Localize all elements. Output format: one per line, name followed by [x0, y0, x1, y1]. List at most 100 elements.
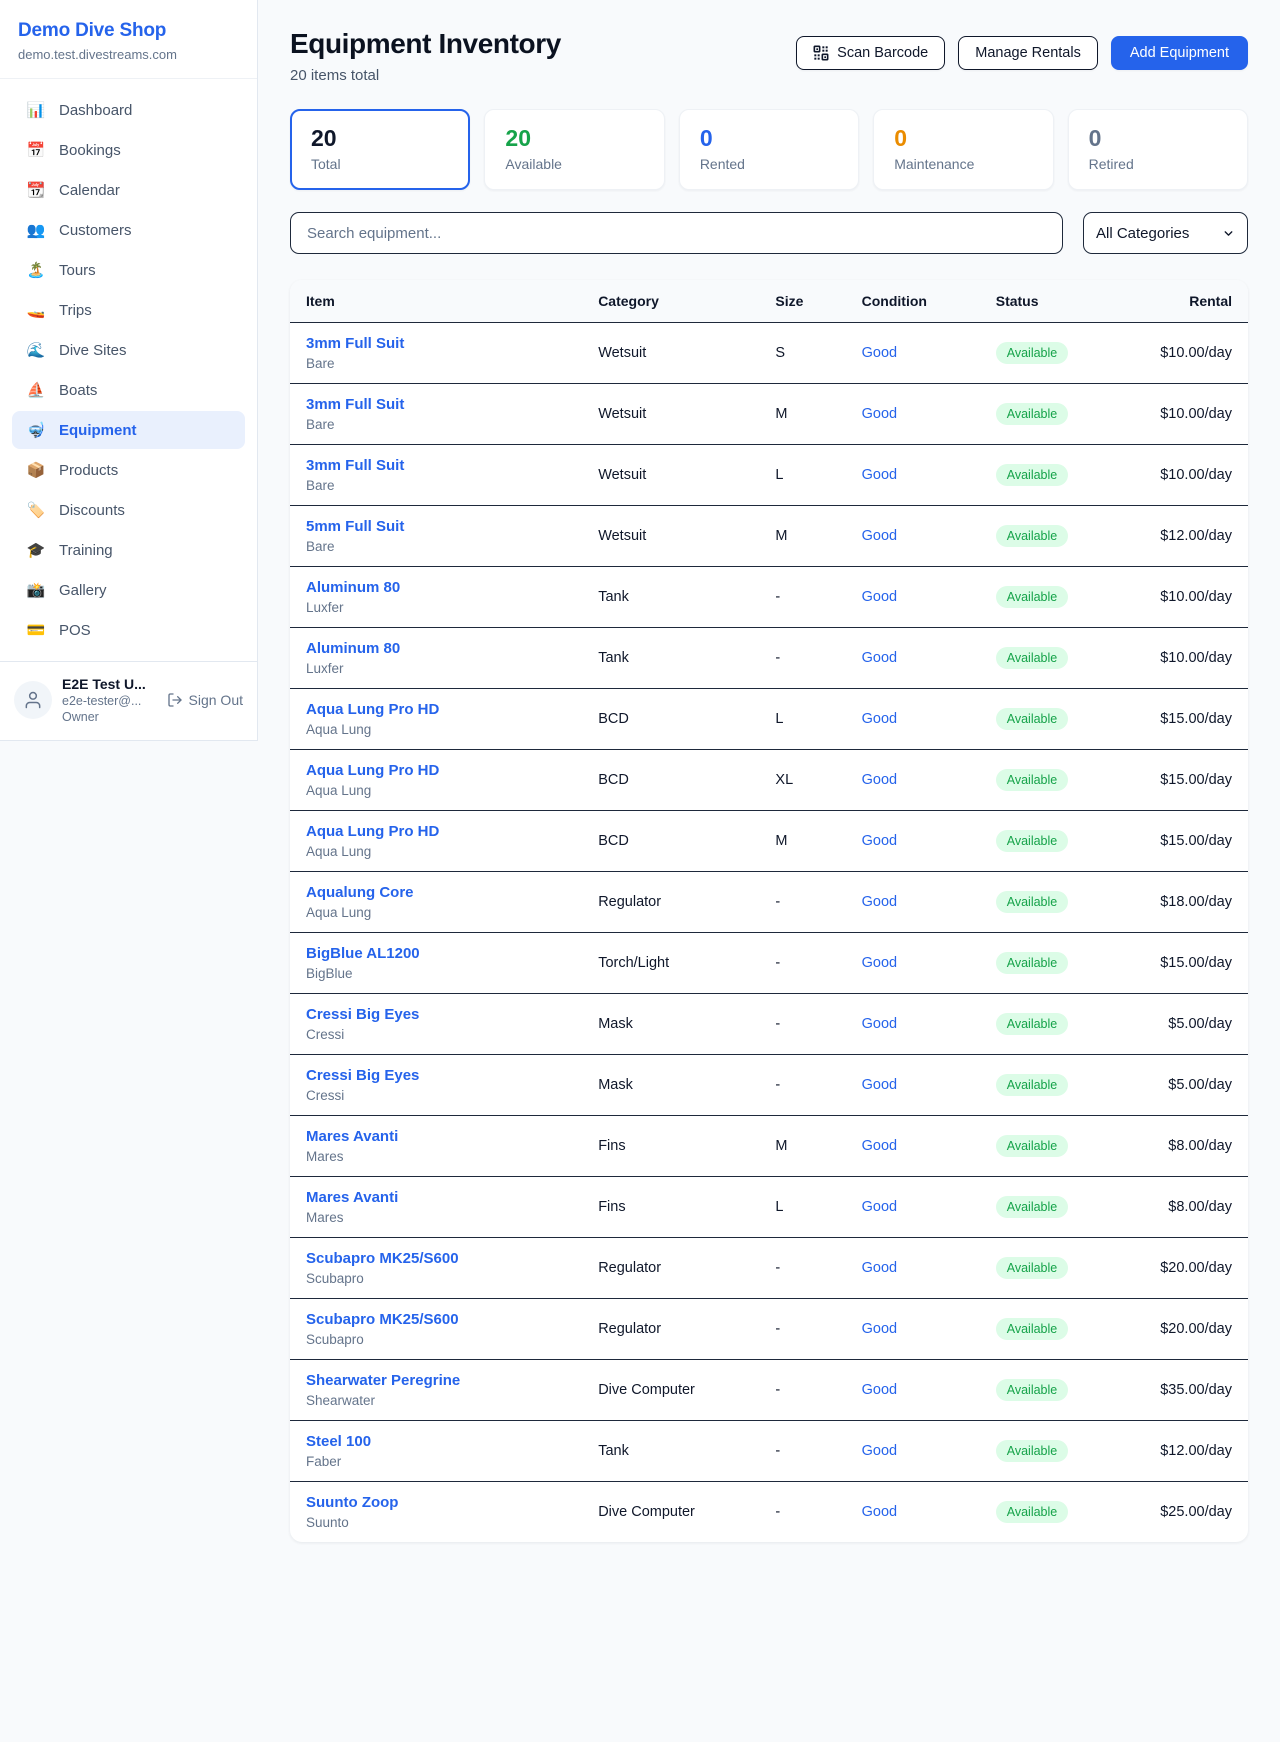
add-equipment-button[interactable]: Add Equipment [1111, 36, 1248, 70]
condition-link[interactable]: Good [862, 833, 897, 849]
stat-card[interactable]: 0 Maintenance [873, 109, 1053, 190]
sidebar-item[interactable]: 💳 POS [12, 611, 245, 649]
condition-link[interactable]: Good [862, 528, 897, 544]
item-cell: Cressi Big Eyes Cressi [290, 1055, 582, 1116]
item-name-link[interactable]: 3mm Full Suit [306, 457, 566, 474]
condition-link[interactable]: Good [862, 1321, 897, 1337]
status-cell: Available [980, 689, 1119, 750]
rental-cell: $18.00/day [1119, 872, 1248, 933]
condition-link[interactable]: Good [862, 1199, 897, 1215]
condition-link[interactable]: Good [862, 1260, 897, 1276]
sidebar-item[interactable]: 📆 Calendar [12, 171, 245, 209]
item-name-link[interactable]: 3mm Full Suit [306, 396, 566, 413]
size-cell: S [759, 323, 845, 384]
size-cell: M [759, 1116, 845, 1177]
barcode-scan-icon [813, 45, 829, 61]
item-name-link[interactable]: Aqua Lung Pro HD [306, 762, 566, 779]
status-cell: Available [980, 323, 1119, 384]
item-brand: Aqua Lung [306, 844, 566, 859]
condition-link[interactable]: Good [862, 1077, 897, 1093]
rental-cell: $25.00/day [1119, 1482, 1248, 1543]
item-name-link[interactable]: 3mm Full Suit [306, 335, 566, 352]
sidebar-item[interactable]: 📊 Dashboard [12, 91, 245, 129]
manage-rentals-button[interactable]: Manage Rentals [958, 36, 1098, 70]
category-cell: Regulator [582, 872, 759, 933]
sidebar-item[interactable]: 👥 Customers [12, 211, 245, 249]
item-name-link[interactable]: Suunto Zoop [306, 1494, 566, 1511]
sidebar-item[interactable]: 🌊 Dive Sites [12, 331, 245, 369]
item-name-link[interactable]: Aqua Lung Pro HD [306, 823, 566, 840]
condition-link[interactable]: Good [862, 1382, 897, 1398]
item-cell: 5mm Full Suit Bare [290, 506, 582, 567]
sidebar-item[interactable]: 🎓 Training [12, 531, 245, 569]
size-cell: - [759, 1055, 845, 1116]
sidebar-item[interactable]: 📸 Gallery [12, 571, 245, 609]
nav-item-label: Products [59, 462, 118, 479]
sidebar-item[interactable]: 🏝️ Tours [12, 251, 245, 289]
sidebar-item[interactable]: 📦 Products [12, 451, 245, 489]
page-title: Equipment Inventory [290, 28, 561, 60]
table-body: 3mm Full Suit Bare Wetsuit S Good Availa… [290, 323, 1248, 1543]
condition-link[interactable]: Good [862, 711, 897, 727]
condition-cell: Good [846, 384, 980, 445]
scan-barcode-button[interactable]: Scan Barcode [796, 36, 945, 70]
item-name-link[interactable]: Shearwater Peregrine [306, 1372, 566, 1389]
sidebar-item[interactable]: ⛵ Boats [12, 371, 245, 409]
rental-cell: $15.00/day [1119, 750, 1248, 811]
table-row: Aqualung Core Aqua Lung Regulator - Good… [290, 872, 1248, 933]
item-cell: Aqualung Core Aqua Lung [290, 872, 582, 933]
item-name-link[interactable]: Aqua Lung Pro HD [306, 701, 566, 718]
condition-link[interactable]: Good [862, 345, 897, 361]
condition-cell: Good [846, 1055, 980, 1116]
item-brand: Bare [306, 539, 566, 554]
stat-card[interactable]: 0 Retired [1068, 109, 1248, 190]
item-name-link[interactable]: BigBlue AL1200 [306, 945, 566, 962]
page-header-text: Equipment Inventory 20 items total [290, 28, 561, 84]
item-name-link[interactable]: Scubapro MK25/S600 [306, 1250, 566, 1267]
search-input[interactable] [290, 212, 1063, 254]
user-name: E2E Test U... [62, 676, 157, 692]
condition-link[interactable]: Good [862, 650, 897, 666]
item-name-link[interactable]: Aluminum 80 [306, 640, 566, 657]
size-cell: - [759, 628, 845, 689]
condition-link[interactable]: Good [862, 772, 897, 788]
category-cell: Wetsuit [582, 384, 759, 445]
condition-link[interactable]: Good [862, 1138, 897, 1154]
status-badge: Available [996, 1318, 1069, 1340]
status-badge: Available [996, 403, 1069, 425]
condition-link[interactable]: Good [862, 467, 897, 483]
item-name-link[interactable]: Cressi Big Eyes [306, 1067, 566, 1084]
item-name-link[interactable]: Steel 100 [306, 1433, 566, 1450]
condition-link[interactable]: Good [862, 894, 897, 910]
condition-link[interactable]: Good [862, 589, 897, 605]
condition-link[interactable]: Good [862, 1443, 897, 1459]
condition-link[interactable]: Good [862, 1016, 897, 1032]
stat-card[interactable]: 20 Total [290, 109, 470, 190]
item-name-link[interactable]: Mares Avanti [306, 1189, 566, 1206]
stat-card[interactable]: 20 Available [484, 109, 664, 190]
status-badge: Available [996, 1440, 1069, 1462]
item-name-link[interactable]: Mares Avanti [306, 1128, 566, 1145]
condition-cell: Good [846, 689, 980, 750]
sidebar-item[interactable]: 🤿 Equipment [12, 411, 245, 449]
item-name-link[interactable]: Scubapro MK25/S600 [306, 1311, 566, 1328]
status-badge: Available [996, 769, 1069, 791]
item-name-link[interactable]: Aqualung Core [306, 884, 566, 901]
item-name-link[interactable]: Aluminum 80 [306, 579, 566, 596]
sidebar-item[interactable]: 🚤 Trips [12, 291, 245, 329]
condition-link[interactable]: Good [862, 955, 897, 971]
status-cell: Available [980, 811, 1119, 872]
item-name-link[interactable]: Cressi Big Eyes [306, 1006, 566, 1023]
status-cell: Available [980, 445, 1119, 506]
sidebar-item[interactable]: 📅 Bookings [12, 131, 245, 169]
category-cell: Tank [582, 1421, 759, 1482]
item-name-link[interactable]: 5mm Full Suit [306, 518, 566, 535]
condition-link[interactable]: Good [862, 1504, 897, 1520]
stat-card[interactable]: 0 Rented [679, 109, 859, 190]
category-select[interactable]: All Categories [1083, 212, 1248, 254]
sidebar-item[interactable]: 🏷️ Discounts [12, 491, 245, 529]
condition-cell: Good [846, 1482, 980, 1543]
table-row: 3mm Full Suit Bare Wetsuit S Good Availa… [290, 323, 1248, 384]
condition-link[interactable]: Good [862, 406, 897, 422]
sign-out-button[interactable]: Sign Out [167, 692, 243, 708]
